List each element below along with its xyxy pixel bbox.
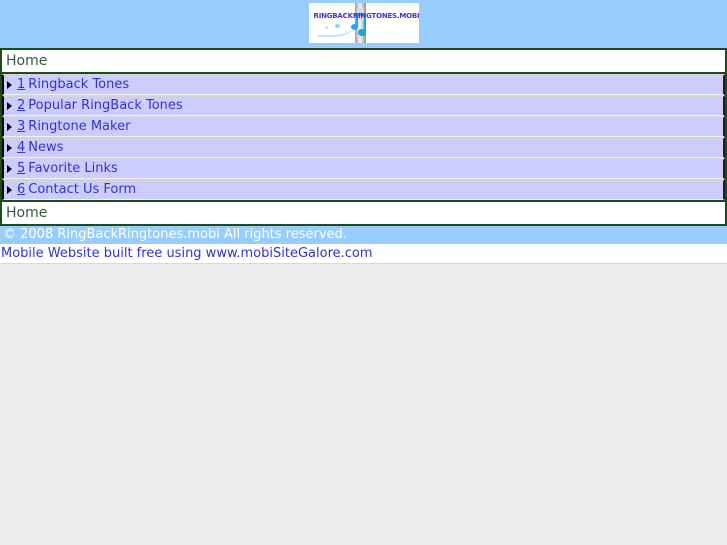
menu-item-number: 6 <box>17 182 26 197</box>
menu-item-label: Ringtone Maker <box>28 119 131 134</box>
menu-item-label: Ringback Tones <box>28 77 130 92</box>
logo-music-note-2 <box>357 29 366 36</box>
menu-item-number: 4 <box>17 140 26 155</box>
built-with-link[interactable]: Mobile Website built free using www.mobi… <box>1 246 373 261</box>
site-logo[interactable]: RINGBACKRINGTONES.MOBI <box>308 3 419 43</box>
menu-item-number: 2 <box>17 98 26 113</box>
built-with-line[interactable]: Mobile Website built free using www.mobi… <box>0 244 727 264</box>
page-frame: Home 1 Ringback Tones 2 Popular RingBack… <box>0 48 727 264</box>
footer-title: Home <box>6 205 48 221</box>
menu-item-contact-us-form[interactable]: 6 Contact Us Form <box>2 179 725 200</box>
triangle-right-icon <box>7 102 12 110</box>
triangle-right-icon <box>7 144 12 152</box>
logo-music-note-4 <box>324 26 328 29</box>
menu-item-popular-ringback-tones[interactable]: 2 Popular RingBack Tones <box>2 95 725 116</box>
site-banner: RINGBACKRINGTONES.MOBI <box>0 0 727 48</box>
triangle-right-icon <box>7 123 12 131</box>
menu-item-number: 1 <box>17 77 26 92</box>
menu-item-ringtone-maker[interactable]: 3 Ringtone Maker <box>2 116 725 137</box>
menu-item-favorite-links[interactable]: 5 Favorite Links <box>2 158 725 179</box>
menu-item-ringback-tones[interactable]: 1 Ringback Tones <box>2 74 725 95</box>
page-title-bar: Home <box>0 48 727 74</box>
triangle-right-icon <box>7 186 12 194</box>
menu-item-label: Contact Us Form <box>28 182 137 197</box>
main-menu: 1 Ringback Tones 2 Popular RingBack Tone… <box>0 74 727 200</box>
menu-item-number: 5 <box>17 161 26 176</box>
footer-title-bar: Home <box>0 200 727 226</box>
triangle-right-icon <box>7 165 12 173</box>
copyright-notice: © 2008 RingBackRingtones.mobi All rights… <box>0 226 727 244</box>
menu-item-number: 3 <box>17 119 26 134</box>
menu-item-label: News <box>28 140 64 155</box>
triangle-right-icon <box>7 81 12 89</box>
menu-item-label: Favorite Links <box>28 161 118 176</box>
page-title: Home <box>6 53 48 69</box>
logo-music-note-1 <box>350 24 358 30</box>
logo-wordmark: RINGBACKRINGTONES.MOBI <box>313 12 419 20</box>
logo-music-note-3 <box>334 24 340 28</box>
menu-item-label: Popular RingBack Tones <box>28 98 183 113</box>
menu-item-news[interactable]: 4 News <box>2 137 725 158</box>
page-body-filler <box>0 264 727 522</box>
logo-swoosh-decoration <box>316 21 353 37</box>
